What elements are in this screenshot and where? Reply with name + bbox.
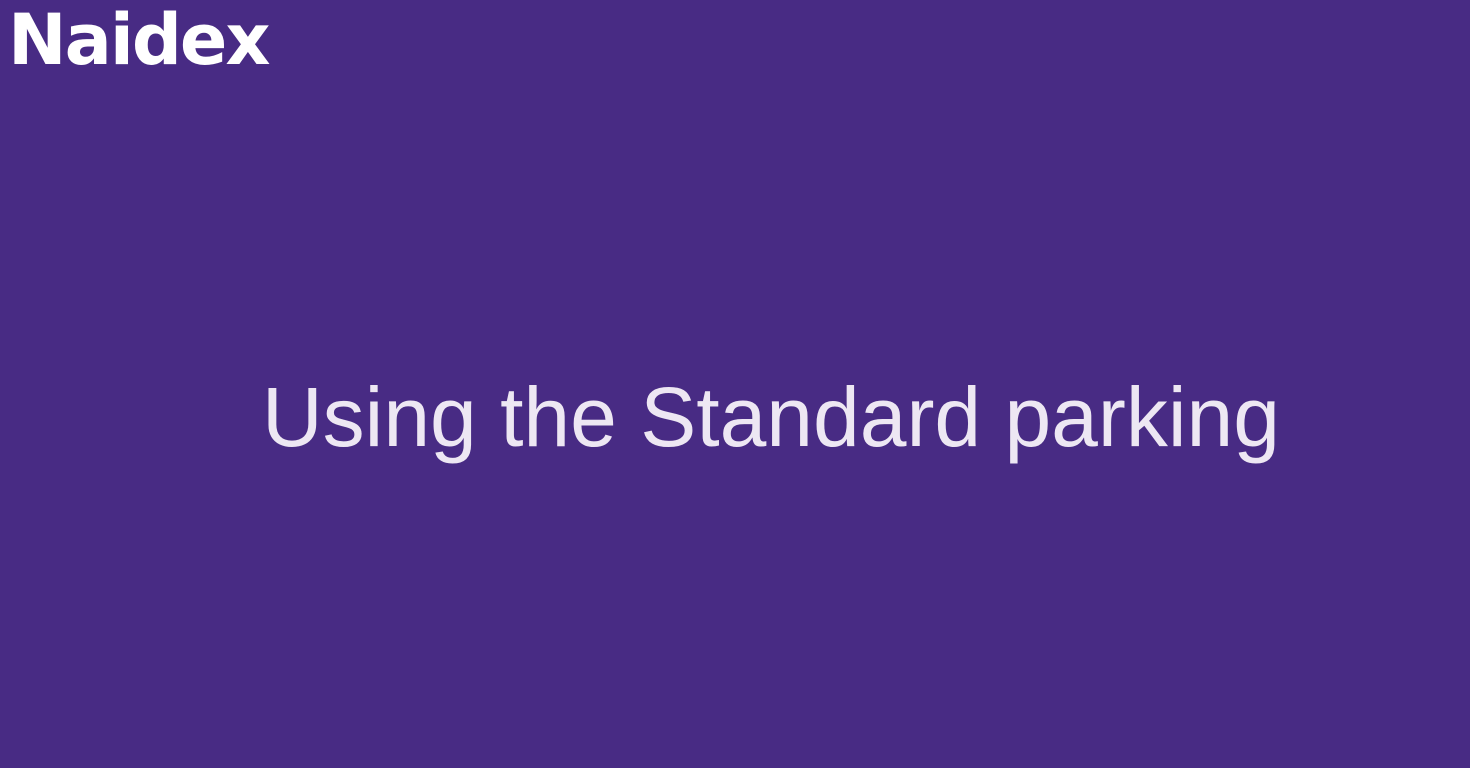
slide-title: Using the Standard parking bbox=[262, 370, 1280, 464]
slide: Naidex Using the Standard parking bbox=[0, 0, 1470, 768]
naidex-logo: Naidex bbox=[8, 0, 271, 81]
